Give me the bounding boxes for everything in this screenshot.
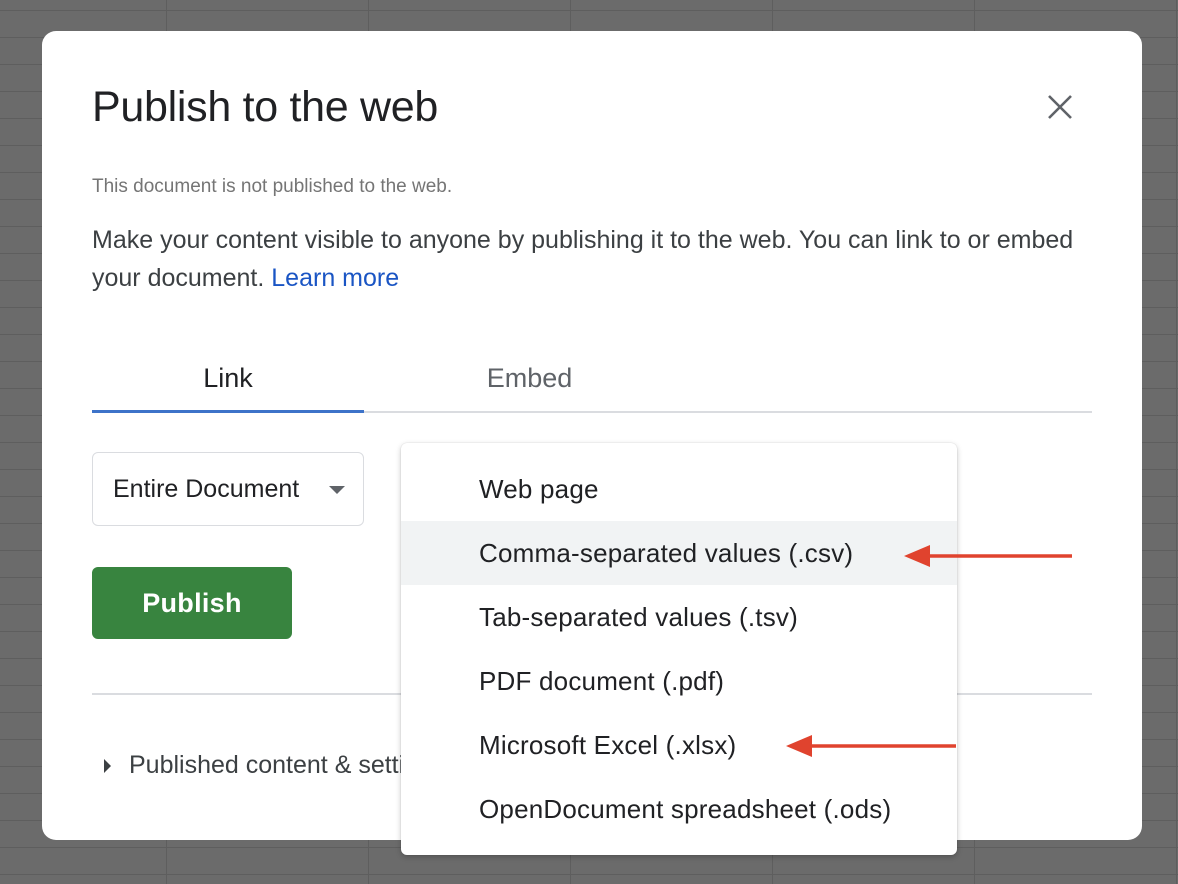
selected-tab-indicator (92, 410, 364, 413)
close-icon (1048, 95, 1072, 119)
tab-embed[interactable]: Embed (432, 363, 627, 394)
dialog-title: Publish to the web (92, 83, 438, 131)
menu-item-xlsx[interactable]: Microsoft Excel (.xlsx) (401, 713, 957, 777)
document-scope-dropdown[interactable]: Entire Document (92, 452, 364, 526)
publish-button[interactable]: Publish (92, 567, 292, 639)
tab-bar: Link Embed (92, 351, 1092, 413)
close-button[interactable] (1042, 89, 1078, 125)
menu-item-csv[interactable]: Comma-separated values (.csv) (401, 521, 957, 585)
learn-more-link[interactable]: Learn more (271, 264, 399, 292)
menu-item-pdf[interactable]: PDF document (.pdf) (401, 649, 957, 713)
publish-status-text: This document is not published to the we… (92, 176, 453, 197)
menu-item-web-page[interactable]: Web page (401, 457, 957, 521)
dropdown-caret-icon (329, 486, 345, 494)
tab-link[interactable]: Link (92, 363, 364, 394)
menu-item-ods[interactable]: OpenDocument spreadsheet (.ods) (401, 777, 957, 841)
dialog-description: Make your content visible to anyone by p… (92, 221, 1082, 297)
menu-item-tsv[interactable]: Tab-separated values (.tsv) (401, 585, 957, 649)
published-content-label: Published content & settings (129, 751, 445, 779)
published-content-toggle[interactable]: Published content & settings (104, 751, 444, 780)
description-text: Make your content visible to anyone by p… (92, 226, 1074, 292)
expand-triangle-icon (104, 758, 111, 773)
format-dropdown-menu: Web page Comma-separated values (.csv) T… (401, 443, 957, 855)
scope-value: Entire Document (113, 474, 300, 503)
